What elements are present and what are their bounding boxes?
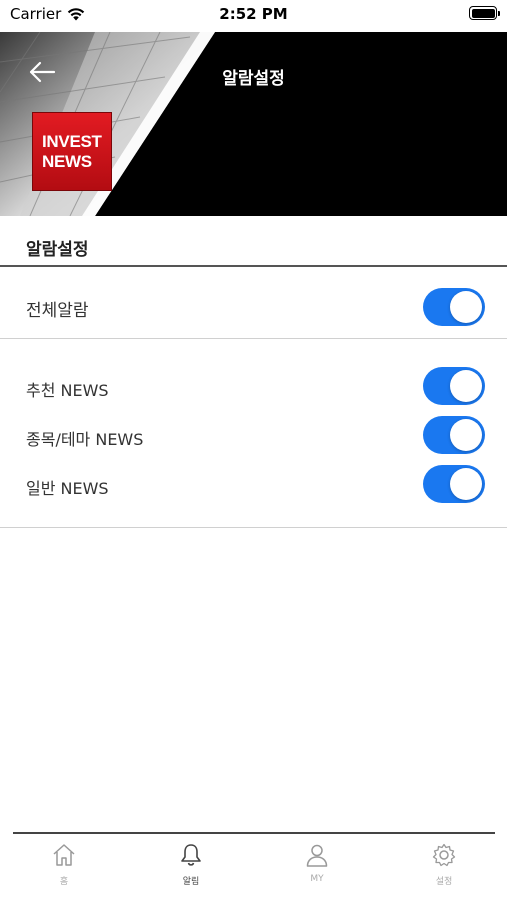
arrow-left-icon bbox=[29, 61, 56, 83]
general-news-label: 일반 NEWS bbox=[26, 479, 109, 498]
header-banner: 알람설정 INVEST NEWS bbox=[0, 32, 507, 216]
gear-icon bbox=[432, 843, 456, 867]
section-bottom-divider bbox=[0, 527, 507, 528]
tab-label: 홈 bbox=[59, 877, 69, 887]
section-divider bbox=[0, 265, 507, 267]
stock-theme-news-toggle[interactable] bbox=[423, 416, 485, 454]
toggle-knob bbox=[450, 370, 482, 402]
recommended-news-label: 추천 NEWS bbox=[26, 381, 109, 400]
bell-icon bbox=[181, 844, 201, 866]
tab-label: 알림 bbox=[182, 877, 200, 887]
all-alarm-label: 전체알람 bbox=[26, 301, 89, 321]
tab-home[interactable]: 홈 bbox=[4, 842, 124, 898]
stock-theme-news-label: 종목/테마 NEWS bbox=[26, 430, 144, 449]
tab-label: MY bbox=[310, 874, 324, 884]
invest-news-logo: INVEST NEWS bbox=[32, 112, 112, 191]
logo-line-1: INVEST bbox=[42, 131, 102, 151]
recommended-news-toggle[interactable] bbox=[423, 367, 485, 405]
tab-label: 설정 bbox=[435, 877, 453, 887]
logo-line-2: NEWS bbox=[42, 151, 92, 171]
tab-my[interactable]: MY bbox=[257, 842, 377, 898]
tab-settings[interactable]: 설정 bbox=[384, 842, 504, 898]
status-time: 2:52 PM bbox=[219, 5, 288, 23]
tab-bar-divider bbox=[13, 832, 495, 834]
all-alarm-toggle[interactable] bbox=[423, 288, 485, 326]
general-news-toggle[interactable] bbox=[423, 465, 485, 503]
battery-icon bbox=[469, 6, 500, 20]
toggle-knob bbox=[450, 291, 482, 323]
person-icon bbox=[306, 844, 328, 867]
section-title: 알람설정 bbox=[26, 240, 89, 260]
toggle-knob bbox=[450, 419, 482, 451]
home-icon bbox=[53, 844, 75, 866]
back-button[interactable] bbox=[26, 58, 58, 86]
tab-alarm[interactable]: 알림 bbox=[131, 842, 251, 898]
row-divider bbox=[0, 338, 507, 339]
status-bar: Carrier 2:52 PM bbox=[0, 0, 507, 30]
toggle-knob bbox=[450, 468, 482, 500]
